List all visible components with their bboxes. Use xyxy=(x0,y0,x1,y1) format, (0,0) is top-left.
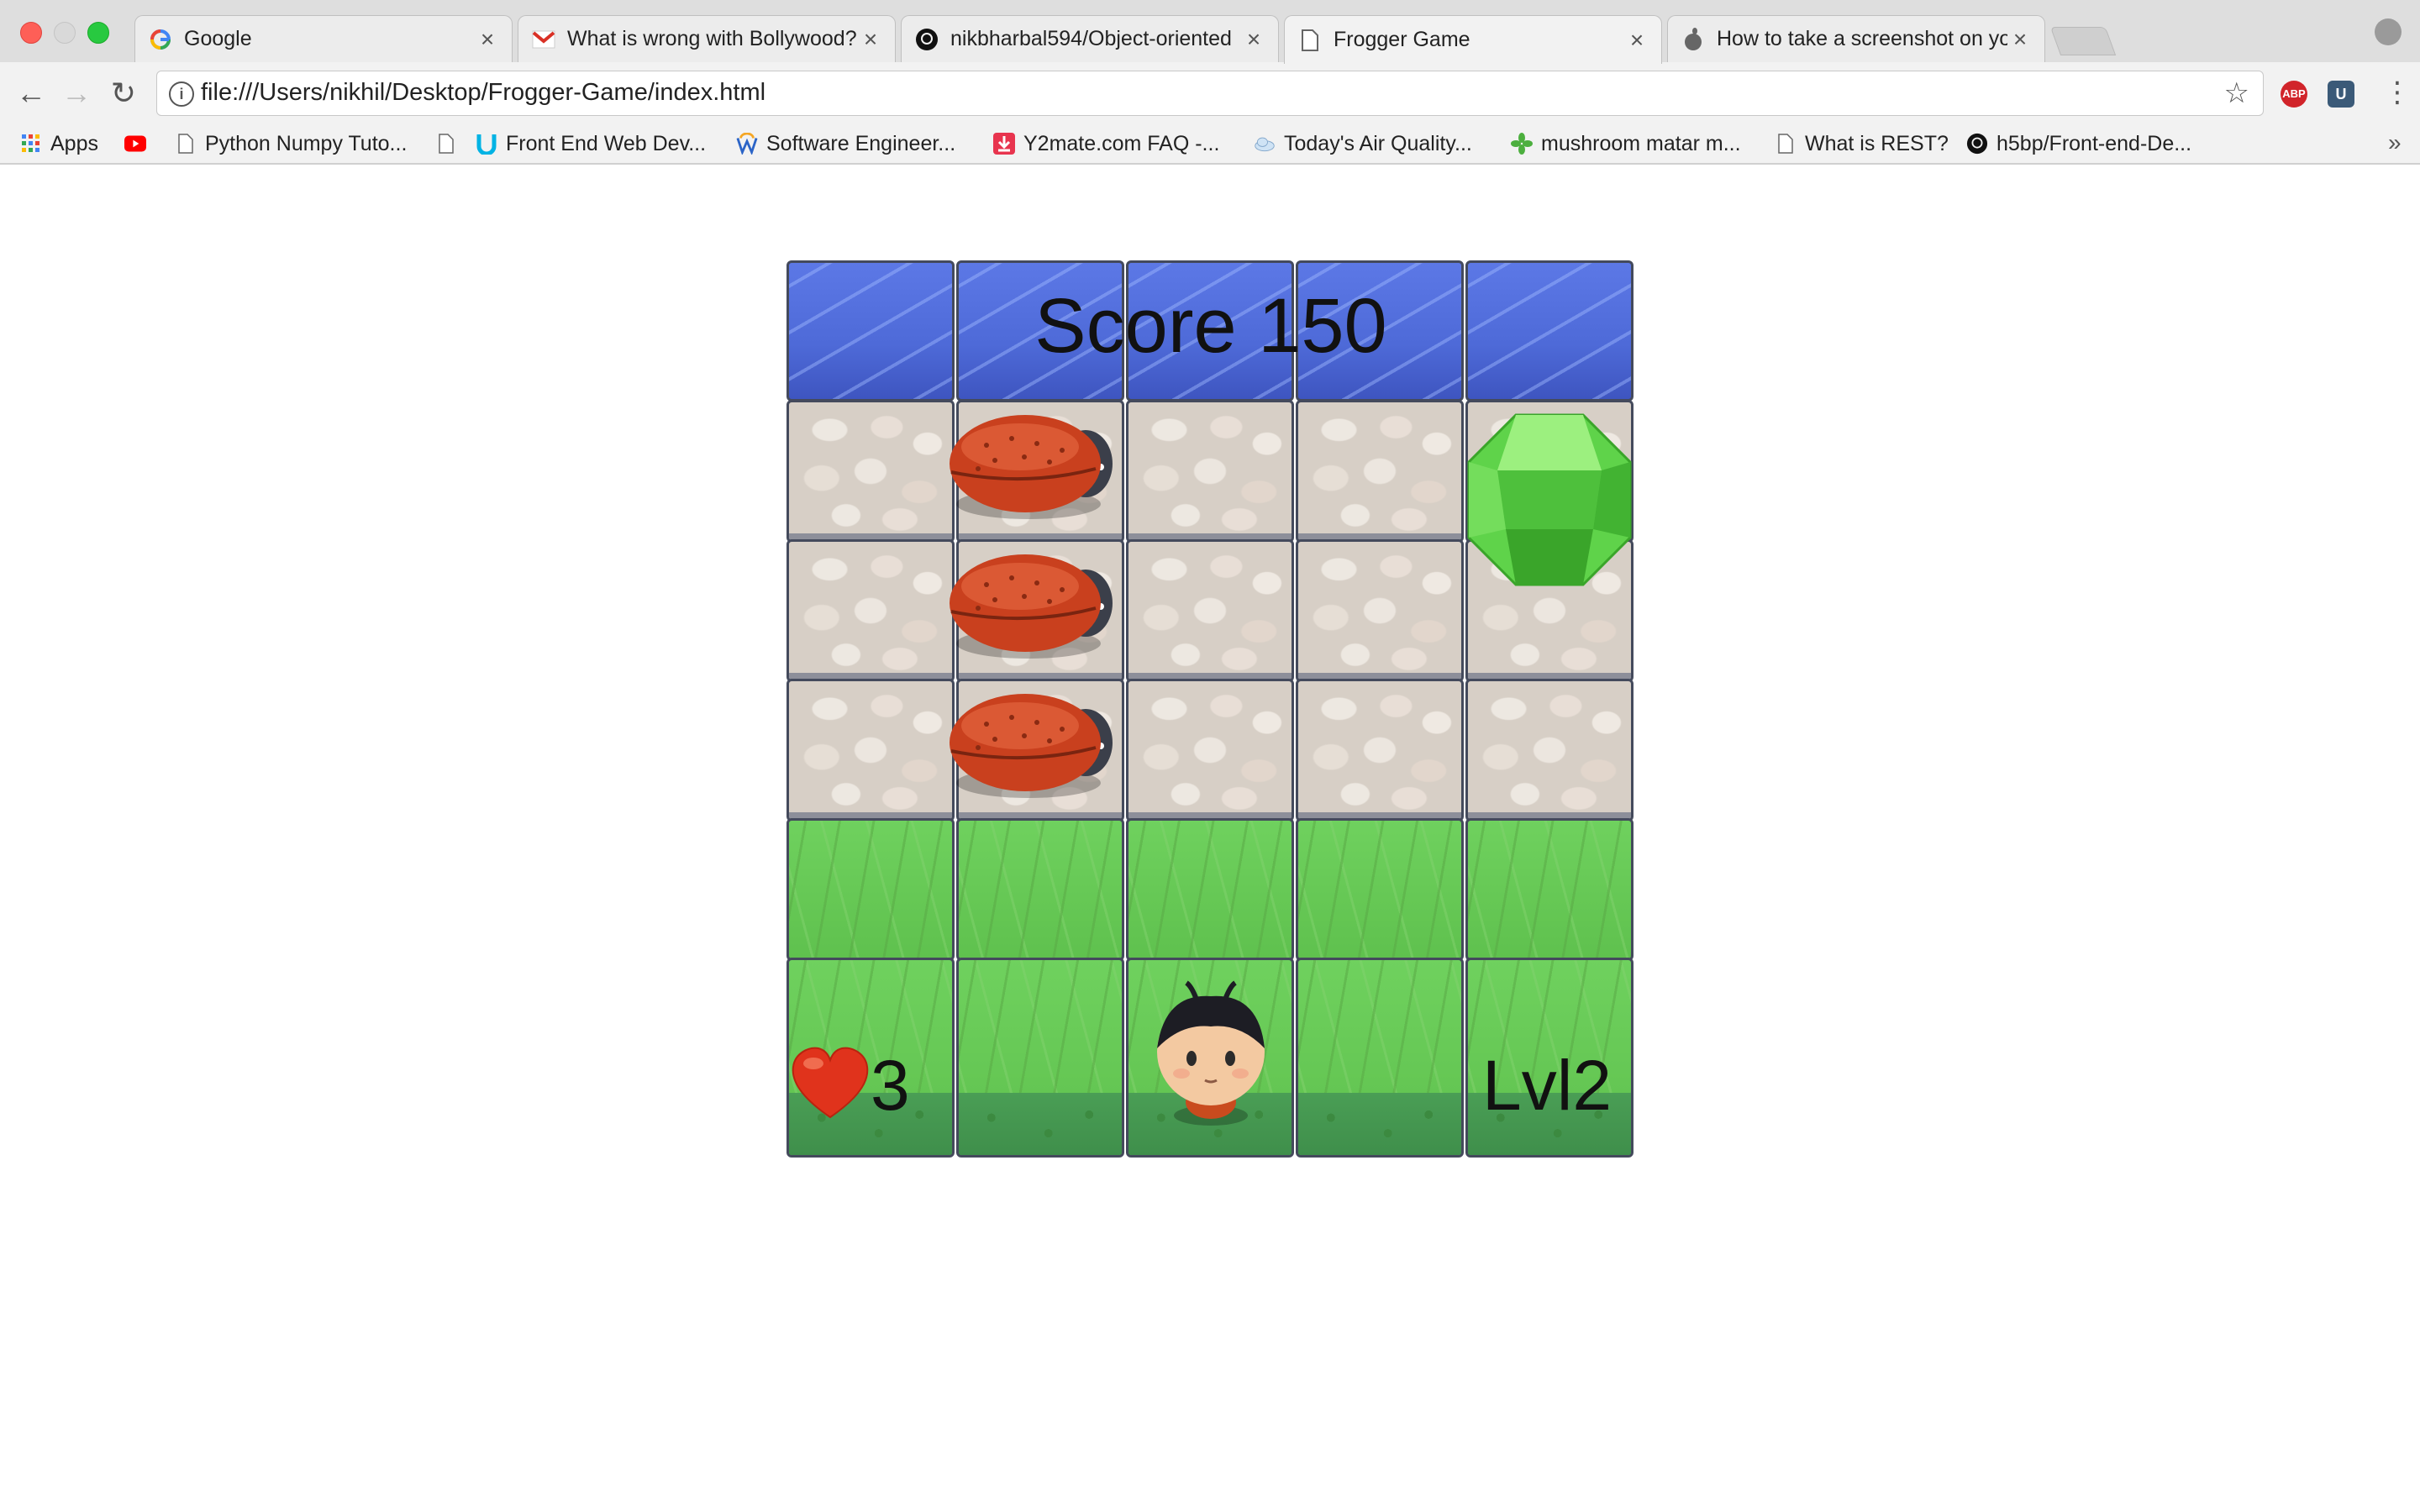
enemy-bug xyxy=(950,694,1113,798)
tab-title: Google xyxy=(184,27,252,50)
page-icon xyxy=(435,133,457,155)
w-icon xyxy=(736,133,758,155)
info-icon[interactable]: i xyxy=(169,81,194,107)
tab-title: How to take a screenshot on your xyxy=(1717,27,2007,50)
minimize-window-button[interactable] xyxy=(54,22,76,44)
bookmark-mushroom-matar[interactable]: mushroom matar m... xyxy=(1511,124,1741,163)
bookmark-label: mushroom matar m... xyxy=(1541,131,1741,155)
back-button[interactable]: ← xyxy=(13,76,49,111)
player-character xyxy=(1157,980,1265,1126)
bookmark-air-quality[interactable]: Today's Air Quality... xyxy=(1254,124,1472,163)
enemy-bug xyxy=(950,554,1113,659)
tab-strip: Google × What is wrong with Bollywood? ×… xyxy=(0,0,2420,64)
bookmark-front-end-web-dev[interactable]: Front End Web Dev... xyxy=(476,124,706,163)
bookmark-apps[interactable]: Apps xyxy=(20,124,98,163)
youtube-icon xyxy=(124,133,146,155)
tab-close-button[interactable]: × xyxy=(2007,26,2033,53)
tab-close-button[interactable]: × xyxy=(1241,26,1266,53)
tab-close-button[interactable]: × xyxy=(1624,27,1649,54)
stone-tile xyxy=(1126,400,1294,543)
gmail-icon xyxy=(532,28,555,51)
cloud-icon xyxy=(1254,133,1276,155)
bookmark-label: Front End Web Dev... xyxy=(506,131,707,155)
tab-close-button[interactable]: × xyxy=(858,26,883,53)
lives-count: 3 xyxy=(871,1046,910,1125)
stone-tile xyxy=(1296,539,1464,682)
page-icon xyxy=(1298,29,1322,52)
stone-tile xyxy=(786,400,955,543)
github-icon xyxy=(915,28,939,51)
page-icon xyxy=(175,133,197,155)
bookmark-star-icon[interactable]: ☆ xyxy=(2224,76,2249,110)
reload-button[interactable]: ↻ xyxy=(106,76,141,111)
adblock-plus-icon[interactable]: ABP xyxy=(2281,81,2307,108)
url-text[interactable]: file:///Users/nikhil/Desktop/Frogger-Gam… xyxy=(201,79,765,107)
enemy-bug xyxy=(950,415,1113,519)
page-icon xyxy=(1775,133,1797,155)
bookmark-label: What is REST? xyxy=(1805,131,1949,155)
udacity-icon xyxy=(476,133,497,155)
score-label: Score 150 xyxy=(1034,283,1387,369)
close-window-button[interactable] xyxy=(20,22,42,44)
grass-tile xyxy=(956,958,1124,1158)
apple-icon xyxy=(1681,27,1705,51)
bookmark-label: Apps xyxy=(50,131,98,155)
green-gem xyxy=(1467,413,1632,586)
stone-tile xyxy=(1465,679,1634,822)
github-icon xyxy=(1966,133,1988,155)
zoom-window-button[interactable] xyxy=(87,22,109,44)
tab-gmail[interactable]: What is wrong with Bollywood? × xyxy=(518,15,896,62)
bookmark-label: Y2mate.com FAQ -... xyxy=(1023,131,1220,155)
stone-tile xyxy=(1296,400,1464,543)
level-label: Lvl2 xyxy=(1482,1046,1612,1125)
address-bar[interactable]: i file:///Users/nikhil/Desktop/Frogger-G… xyxy=(156,71,2264,116)
tab-close-button[interactable]: × xyxy=(475,26,500,53)
grass-tile xyxy=(1465,818,1634,961)
menu-icon[interactable]: ⋮ xyxy=(2383,76,2412,109)
tab-apple-screenshot[interactable]: How to take a screenshot on your × xyxy=(1667,15,2045,62)
bookmark-label: Today's Air Quality... xyxy=(1284,131,1472,155)
bookmarks-overflow-button[interactable]: » xyxy=(2388,129,2402,156)
bookmark-software-engineer[interactable]: Software Engineer... xyxy=(736,124,955,163)
bookmarks-bar: Apps Python Numpy Tuto... Front End Web … xyxy=(0,124,2420,165)
tab-title: nikbharbal594/Object-oriented xyxy=(950,27,1232,50)
toolbar: ← → ↻ i file:///Users/nikhil/Desktop/Fro… xyxy=(0,62,2420,124)
bookmark-what-is-rest[interactable]: What is REST? xyxy=(1775,124,1949,163)
bookmark-label: Software Engineer... xyxy=(766,131,956,155)
game-canvas[interactable]: Score 150 3 Lvl2 xyxy=(786,260,1635,1161)
profile-icon[interactable] xyxy=(2375,18,2402,45)
tab-frogger-game[interactable]: Frogger Game × xyxy=(1284,15,1662,64)
download-icon xyxy=(993,133,1015,155)
tab-title: Frogger Game xyxy=(1334,28,1470,51)
grass-tile xyxy=(786,818,955,961)
bookmark-y2mate[interactable]: Y2mate.com FAQ -... xyxy=(993,124,1219,163)
grass-tile xyxy=(1296,958,1464,1158)
extension-u-icon[interactable]: U xyxy=(2328,81,2354,108)
bookmark-h5bp[interactable]: h5bp/Front-end-De... xyxy=(1966,124,2191,163)
stone-tile xyxy=(1126,679,1294,822)
leaf-icon xyxy=(1511,133,1533,155)
bookmark-python-numpy[interactable]: Python Numpy Tuto... xyxy=(175,124,407,163)
apps-grid-icon xyxy=(20,133,42,155)
bookmark-label: Python Numpy Tuto... xyxy=(205,131,408,155)
new-tab-button[interactable] xyxy=(2049,27,2117,55)
bookmark-blank-page[interactable] xyxy=(435,124,466,163)
stone-tile xyxy=(786,539,955,682)
tab-github[interactable]: nikbharbal594/Object-oriented × xyxy=(901,15,1279,62)
tab-google[interactable]: Google × xyxy=(134,15,513,62)
stone-tile xyxy=(786,679,955,822)
bookmark-youtube[interactable] xyxy=(124,124,155,163)
forward-button[interactable]: → xyxy=(59,76,94,111)
heart-icon xyxy=(792,1047,869,1119)
stone-tile xyxy=(1126,539,1294,682)
grass-tile xyxy=(1126,818,1294,961)
grass-tile xyxy=(1296,818,1464,961)
google-icon xyxy=(149,28,172,51)
tab-title: What is wrong with Bollywood? xyxy=(567,27,857,50)
bookmark-label: h5bp/Front-end-De... xyxy=(1996,131,2192,155)
stone-tile xyxy=(1296,679,1464,822)
grass-tile xyxy=(956,818,1124,961)
